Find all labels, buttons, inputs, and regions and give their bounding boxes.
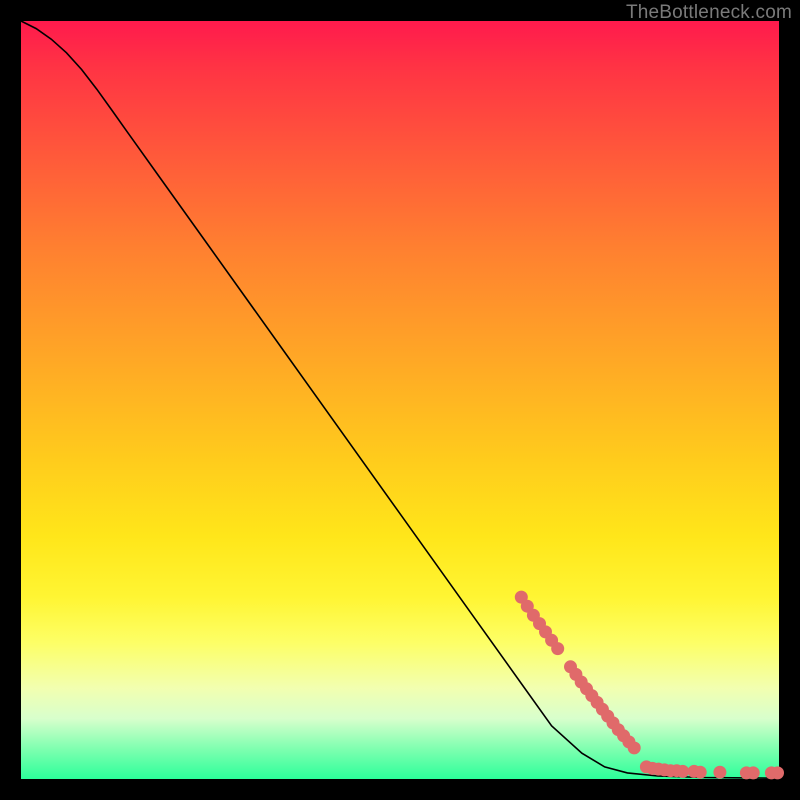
curve-line bbox=[21, 21, 779, 778]
watermark-text: TheBottleneck.com bbox=[626, 2, 792, 24]
data-dot bbox=[771, 766, 784, 779]
chart-svg bbox=[21, 21, 779, 779]
chart-plot-area bbox=[21, 21, 779, 779]
chart-frame: TheBottleneck.com bbox=[0, 0, 800, 800]
data-dot bbox=[676, 765, 689, 778]
data-dot bbox=[551, 642, 564, 655]
data-dot bbox=[713, 766, 726, 779]
data-dots bbox=[515, 591, 784, 780]
data-dot bbox=[694, 766, 707, 779]
data-dot bbox=[628, 741, 641, 754]
data-dot bbox=[747, 766, 760, 779]
